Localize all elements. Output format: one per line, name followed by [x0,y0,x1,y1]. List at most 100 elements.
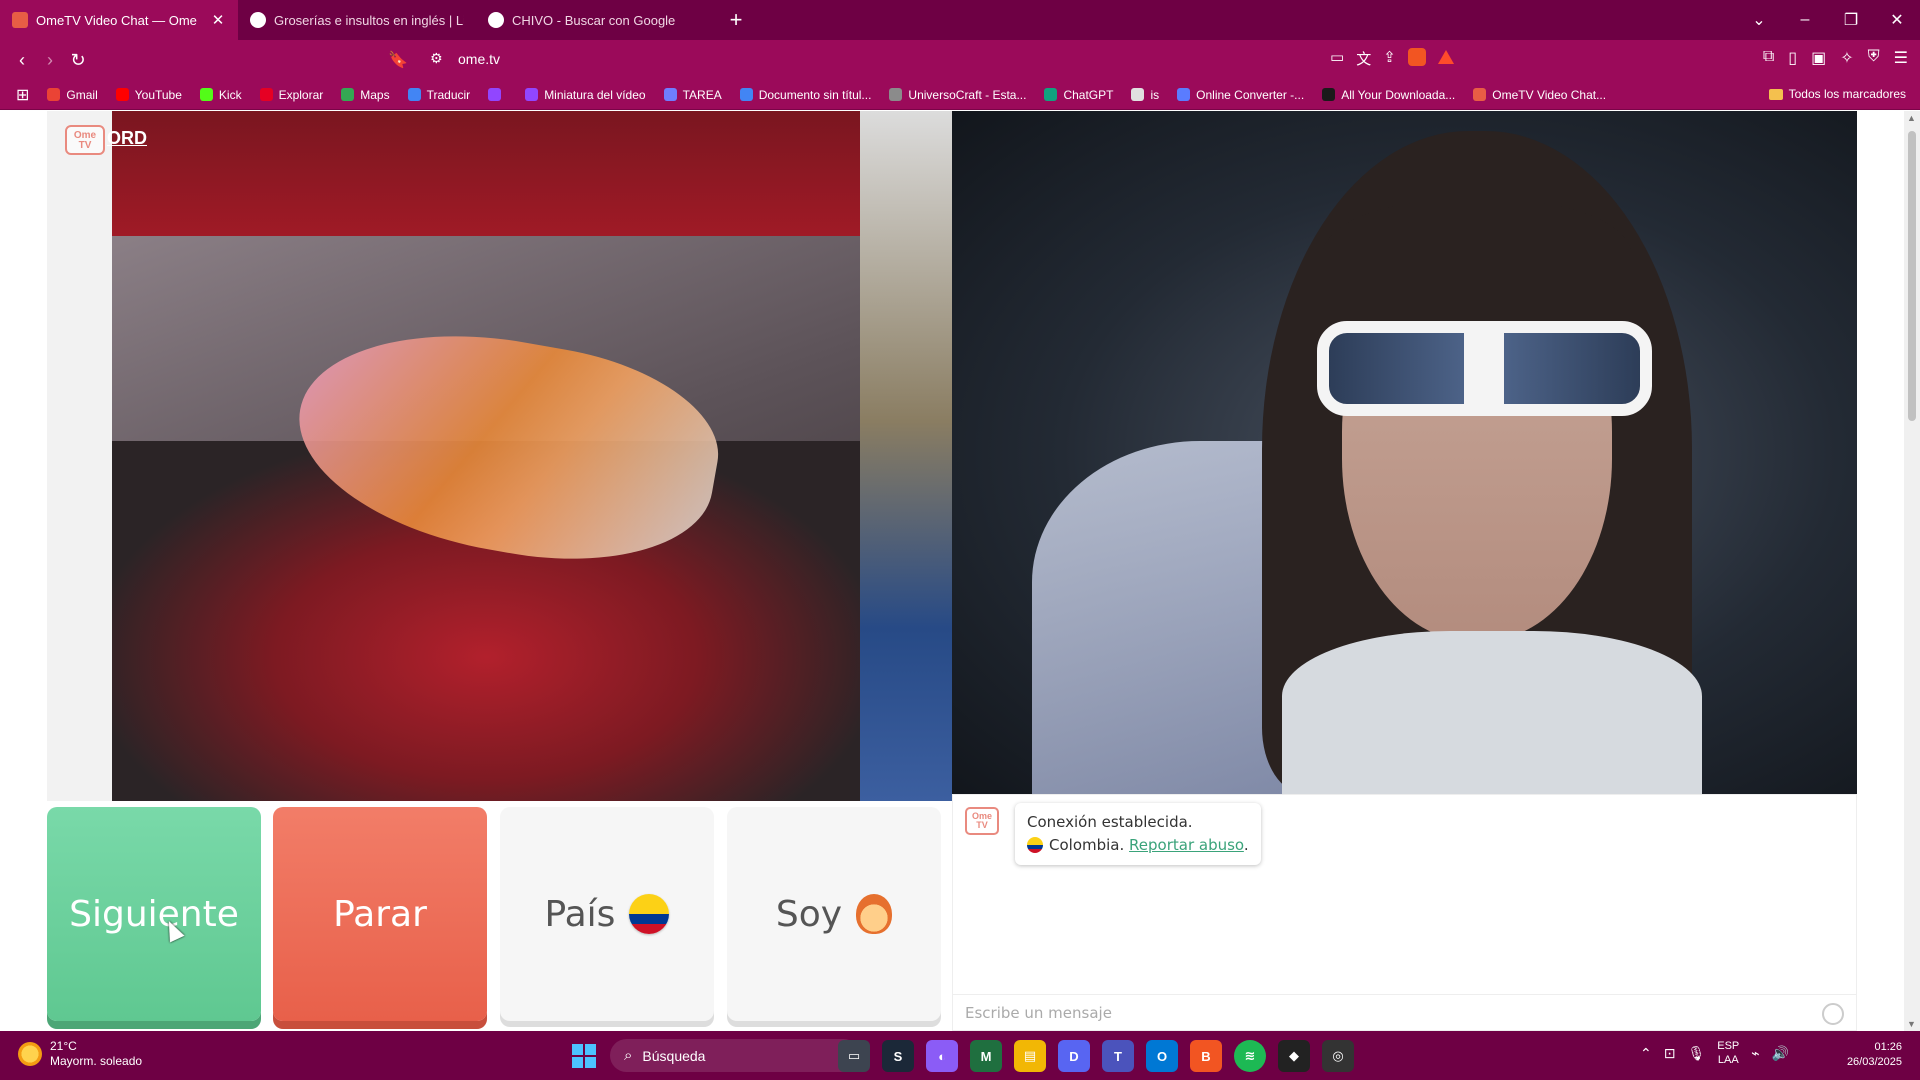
tab-search-icon[interactable]: ⌄ [1736,10,1782,30]
brave-shields-icon[interactable] [1407,48,1426,70]
emoji-icon[interactable] [1822,1003,1844,1025]
bookmark-item[interactable]: Documento sin títul... [739,87,872,102]
site-settings-icon[interactable]: ⚙ [430,50,443,67]
cast-icon[interactable]: ▭ [1330,48,1344,70]
bookmark-item[interactable]: Kick [199,88,242,102]
start-icon[interactable] [572,1044,596,1068]
bookmark-favicon-icon [115,88,129,101]
vpn-icon[interactable]: ⛨ [1868,48,1880,68]
search-icon: ⌕ [624,1047,633,1064]
pinned-apps: ▭ S ◐ M ▤ D T O B ≋ ◆ ◎ [838,1040,1354,1072]
url-input[interactable]: ome.tv [458,51,500,67]
bookmark-favicon-icon [1177,88,1191,101]
share-icon[interactable]: ⇪ [1383,48,1396,70]
wallet-icon[interactable]: ▣ [1811,48,1826,68]
task-view-icon[interactable]: ▭ [838,1040,870,1072]
stop-button[interactable]: Parar [273,807,487,1021]
minecraft-launcher-icon[interactable]: M [970,1040,1002,1072]
bookmark-item[interactable]: Online Converter -... [1177,88,1304,102]
google-favicon-icon [488,12,504,28]
bookmark-item[interactable]: All Your Downloada... [1322,88,1455,102]
all-bookmarks-label: Todos los marcadores [1788,87,1906,101]
sun-icon [18,1042,42,1066]
bookmark-label: Miniatura del vídeo [544,87,646,102]
scroll-thumb[interactable] [1908,131,1916,421]
bookmark-label: Maps [360,87,390,102]
colombia-flag-icon [629,894,670,934]
bookmark-item[interactable]: Maps [341,87,390,102]
bookmark-item[interactable]: UniversoCraft - Esta... [889,88,1026,102]
all-bookmarks[interactable]: Todos los marcadores [1768,87,1906,101]
scroll-up-icon[interactable]: ▲ [1907,113,1916,123]
game-launcher-icon[interactable]: ◆ [1278,1040,1310,1072]
country-button[interactable]: País [500,807,714,1021]
scroll-down-icon[interactable]: ▼ [1907,1019,1916,1029]
ometv-favicon-icon [12,12,28,28]
file-explorer-icon[interactable]: ▤ [1014,1040,1046,1072]
back-icon[interactable]: ‹ [8,50,36,71]
spotify-icon[interactable]: ≋ [1234,1040,1266,1072]
bookmark-favicon-icon [739,88,753,101]
bookmark-item[interactable]: Gmail [47,88,98,102]
tab-lingua[interactable]: Groserías e insultos en inglés | Ling [238,0,476,40]
page-scrollbar[interactable]: ▲ ▼ [1904,111,1920,1031]
bookmark-label: Traducir [426,87,471,102]
next-button[interactable]: Siguiente [47,807,261,1021]
gender-button[interactable]: Soy [727,807,941,1021]
bookmark-label: Documento sin títul... [758,87,872,102]
brave-rewards-icon[interactable] [1437,48,1454,70]
bookmarks-bar: ⊞ Gmail YouTube Kick Explorar Maps Traducir Mi… [0,80,1920,110]
chat-panel: Ome TV Conexión establecida. Colombia. R… [952,794,1857,1031]
discord-icon[interactable]: D [1058,1040,1090,1072]
close-window-icon[interactable]: ✕ [1874,10,1920,30]
weather-widget[interactable]: 21°C Mayorm. soleado [18,1039,142,1069]
bookmark-item[interactable] [488,88,507,101]
menu-icon[interactable]: ☰ [1894,48,1908,68]
brave-icon[interactable]: B [1190,1040,1222,1072]
reload-icon[interactable]: ↻ [64,50,92,71]
microphone-icon[interactable]: 🎙 [1687,1045,1705,1062]
weather-temp: 21°C [50,1039,77,1053]
minimize-icon[interactable]: – [1782,11,1828,29]
bookmark-item[interactable]: is [1131,88,1159,102]
bookmark-item[interactable]: YouTube [115,88,182,102]
volume-icon[interactable]: 🔊 [1772,1045,1789,1062]
bookmark-item[interactable]: Traducir [407,87,471,102]
bookmark-item[interactable]: TAREA [663,88,722,102]
close-tab-icon[interactable]: ✕ [210,11,226,29]
extensions-icon[interactable]: ⧉ [1763,48,1774,68]
system-tray: ⌃ ⊡ 🎙 ESP LAA ⌁ 🔊 [1640,1039,1789,1067]
show-hidden-icons-icon[interactable]: ⌃ [1640,1045,1652,1062]
ometv-logo-icon: Ome TV [965,807,999,835]
taskbar-search[interactable]: ⌕ Búsqueda [610,1039,860,1072]
copilot-icon[interactable]: ◐ [926,1040,958,1072]
message-input[interactable]: Escribe un mensaje [953,994,1856,1030]
video-shirt [1282,631,1702,794]
apps-grid-icon[interactable]: ⊞ [16,85,29,105]
input-language[interactable]: ESP LAA [1717,1039,1739,1067]
window-controls: ⌄ – ❐ ✕ [1736,0,1920,40]
wifi-icon[interactable]: ⌁ [1751,1045,1759,1062]
outlook-icon[interactable]: O [1146,1040,1178,1072]
sidebar-icon[interactable]: ▯ [1788,48,1797,68]
report-abuse-link[interactable]: Reportar abuso [1129,836,1244,854]
leo-ai-icon[interactable]: ✧ [1840,48,1853,68]
new-tab-button[interactable]: + [718,7,754,33]
bookmark-item[interactable]: ChatGPT [1044,88,1113,102]
tab-google[interactable]: CHIVO - Buscar con Google [476,0,714,40]
app-icon[interactable]: ◎ [1322,1040,1354,1072]
lang-bottom: LAA [1717,1054,1739,1066]
forward-icon[interactable]: › [36,50,64,71]
steam-icon[interactable]: S [882,1040,914,1072]
bookmark-item[interactable]: OmeTV Video Chat... [1473,88,1606,102]
tab-ometv[interactable]: OmeTV Video Chat — Ome ✕ [0,0,238,40]
tab-title: OmeTV Video Chat — Ome [36,12,197,28]
bookmark-icon[interactable]: 🔖 [388,50,408,70]
bookmark-item[interactable]: Explorar [259,88,323,102]
teams-icon[interactable]: T [1102,1040,1134,1072]
clock[interactable]: 01:26 26/03/2025 [1847,1040,1902,1070]
translate-icon[interactable]: 文 [1356,48,1371,70]
network-icon[interactable]: ⊡ [1664,1045,1676,1062]
bookmark-item[interactable]: Miniatura del vídeo [525,87,646,102]
restore-icon[interactable]: ❐ [1828,10,1874,30]
